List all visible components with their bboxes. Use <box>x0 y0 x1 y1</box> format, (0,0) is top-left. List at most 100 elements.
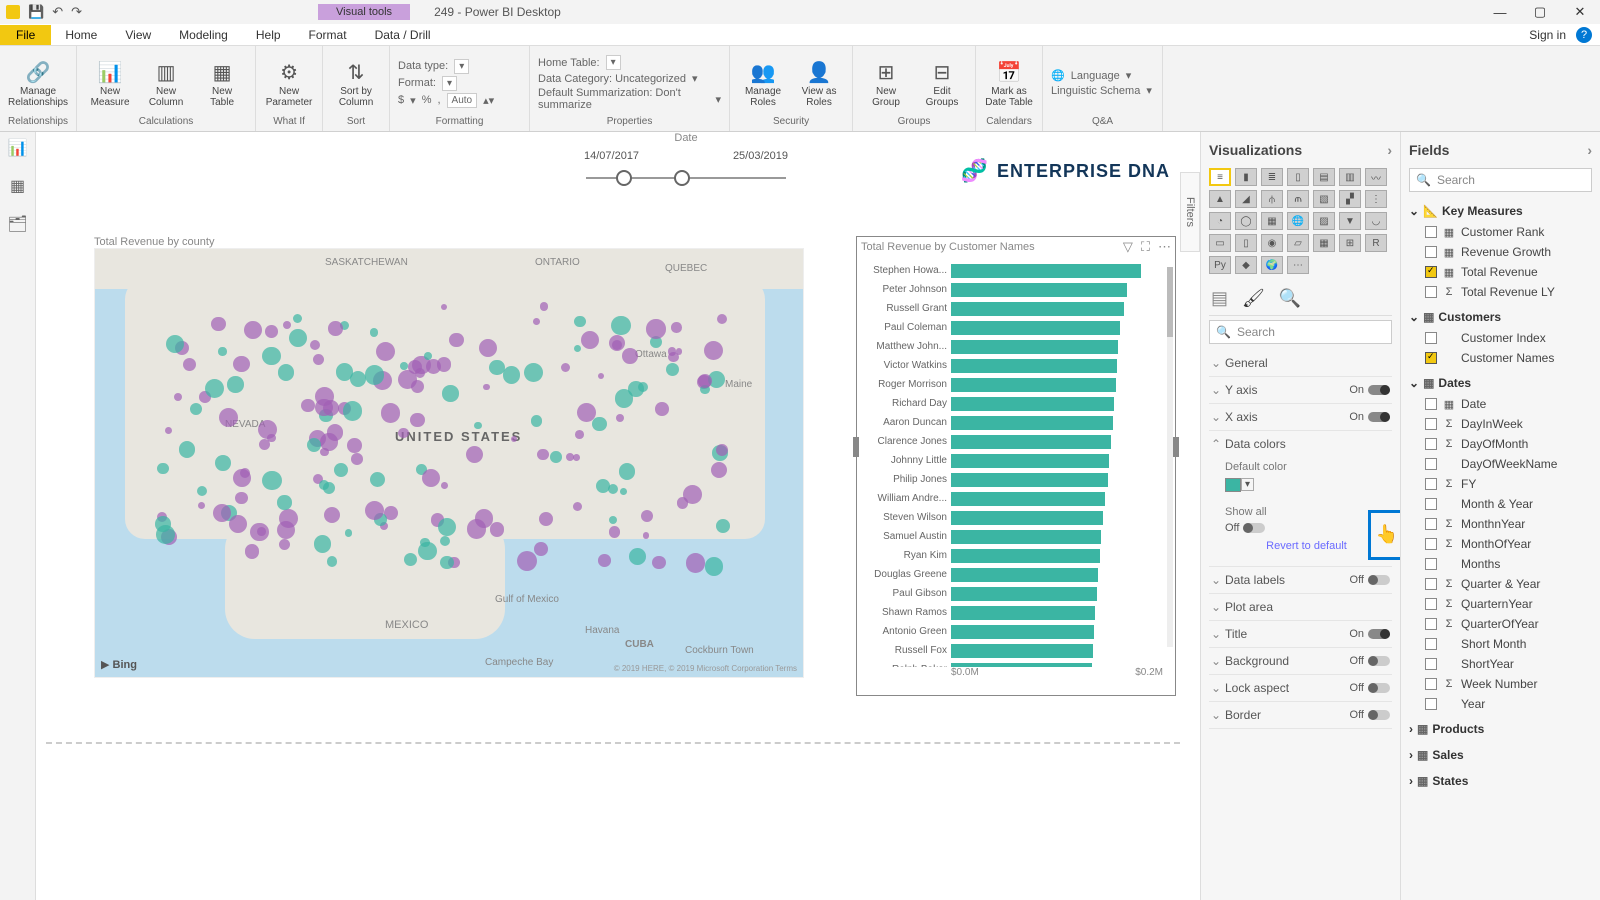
viz-line[interactable]: 〰 <box>1365 168 1387 186</box>
manage-relationships-button[interactable]: 🔗ManageRelationships <box>13 58 63 108</box>
map-bubble[interactable] <box>442 385 458 401</box>
format-data-labels[interactable]: ⌄Data labelsOff <box>1209 567 1392 593</box>
field-checkbox[interactable] <box>1425 478 1437 490</box>
field-checkbox[interactable] <box>1425 286 1437 298</box>
table-key-measures[interactable]: ⌄📐Key Measures <box>1409 200 1592 222</box>
filters-pane-collapsed[interactable]: Filters <box>1180 172 1200 252</box>
field-checkbox[interactable] <box>1425 538 1437 550</box>
map-bubble[interactable] <box>155 516 170 531</box>
home-tab[interactable]: Home <box>51 25 111 45</box>
map-bubble[interactable] <box>655 402 669 416</box>
map-bubble[interactable] <box>686 553 706 573</box>
redo-icon[interactable]: ↷ <box>71 4 82 20</box>
map-bubble[interactable] <box>301 399 314 412</box>
map-bubble[interactable] <box>440 556 453 569</box>
bar-row[interactable]: Antonio Green <box>861 622 1167 641</box>
table-states[interactable]: ›▦States <box>1409 770 1592 792</box>
map-bubble[interactable] <box>259 439 270 450</box>
format-general[interactable]: ⌄General <box>1209 350 1392 376</box>
format-plot-area[interactable]: ⌄Plot area <box>1209 594 1392 620</box>
map-bubble[interactable] <box>668 347 677 356</box>
bar-row[interactable]: Russell Grant <box>861 299 1167 318</box>
map-area[interactable]: UNITED STATES SASKATCHEWAN ONTARIO QUEBE… <box>94 248 804 678</box>
viz-waterfall[interactable]: ▞ <box>1339 190 1361 208</box>
viz-line-clustered[interactable]: ⫙ <box>1287 190 1309 208</box>
field-checkbox[interactable] <box>1425 558 1437 570</box>
xaxis-toggle[interactable]: On <box>1349 411 1390 423</box>
new-column-button[interactable]: ▥NewColumn <box>141 58 191 108</box>
map-bubble[interactable] <box>245 544 260 559</box>
map-bubble[interactable] <box>474 422 481 429</box>
map-bubble[interactable] <box>262 471 281 490</box>
format-dropdown[interactable]: ▾ <box>442 76 457 91</box>
bar-row[interactable]: Paul Coleman <box>861 318 1167 337</box>
map-bubble[interactable] <box>398 428 409 439</box>
map-bubble[interactable] <box>705 557 724 576</box>
field-item[interactable]: Customer Index <box>1409 328 1592 348</box>
field-item[interactable]: DayOfWeekName <box>1409 454 1592 474</box>
map-bubble[interactable] <box>540 302 548 310</box>
bar-row[interactable]: Victor Watkins <box>861 356 1167 375</box>
format-border[interactable]: ⌄BorderOff <box>1209 702 1392 728</box>
viz-py[interactable]: Py <box>1209 256 1231 274</box>
map-bubble[interactable] <box>609 335 625 351</box>
map-bubble[interactable] <box>622 348 638 364</box>
bar-row[interactable]: Matthew John... <box>861 337 1167 356</box>
map-bubble[interactable] <box>258 420 277 439</box>
bar-row[interactable]: Clarence Jones <box>861 432 1167 451</box>
viz-donut[interactable]: ◯ <box>1235 212 1257 230</box>
viz-stacked-bar[interactable]: ≡ <box>1209 168 1231 186</box>
view-tab[interactable]: View <box>111 25 165 45</box>
data-view-icon[interactable]: ▦ <box>8 176 28 196</box>
bar-row[interactable]: Johnny Little <box>861 451 1167 470</box>
percent-button[interactable]: % <box>422 94 432 106</box>
map-bubble[interactable] <box>489 360 504 375</box>
map-bubble[interactable] <box>479 339 497 357</box>
map-bubble[interactable] <box>537 449 548 460</box>
map-bubble[interactable] <box>279 539 290 550</box>
bar-row[interactable]: Russell Fox <box>861 641 1167 660</box>
field-item[interactable]: ΣQuarterOfYear <box>1409 614 1592 634</box>
map-bubble[interactable] <box>533 318 540 325</box>
field-checkbox[interactable] <box>1425 678 1437 690</box>
viz-r[interactable]: R <box>1365 234 1387 252</box>
date-slider[interactable] <box>586 168 786 188</box>
date-start[interactable]: 14/07/2017 <box>584 150 639 162</box>
bar-row[interactable]: Roger Morrison <box>861 375 1167 394</box>
datalabels-toggle[interactable]: Off <box>1350 574 1390 586</box>
map-bubble[interactable] <box>629 548 646 565</box>
field-item[interactable]: ▦Total Revenue <box>1409 262 1592 282</box>
viz-matrix[interactable]: ⊞ <box>1339 234 1361 252</box>
date-slicer[interactable]: Date 14/07/2017 25/03/2019 <box>576 132 796 188</box>
bar-row[interactable]: Philip Jones <box>861 470 1167 489</box>
map-bubble[interactable] <box>370 328 378 336</box>
report-view-icon[interactable]: 📊 <box>8 138 28 158</box>
viz-filled-map[interactable]: ▨ <box>1313 212 1335 230</box>
fields-well-tab[interactable]: ▤ <box>1211 288 1228 309</box>
map-bubble[interactable] <box>652 556 666 570</box>
map-bubble[interactable] <box>165 427 172 434</box>
field-item[interactable]: Customer Names <box>1409 348 1592 368</box>
table-dates[interactable]: ⌄▦Dates <box>1409 372 1592 394</box>
bar-row[interactable]: Stephen Howa... <box>861 261 1167 280</box>
sign-in-link[interactable]: Sign in <box>1529 28 1566 42</box>
map-bubble[interactable] <box>328 321 343 336</box>
map-bubble[interactable] <box>235 492 247 504</box>
viz-slicer[interactable]: ▱ <box>1287 234 1309 252</box>
map-bubble[interactable] <box>278 364 294 380</box>
viz-card[interactable]: ▭ <box>1209 234 1231 252</box>
mark-date-table-button[interactable]: 📅Mark asDate Table <box>984 58 1034 108</box>
format-yaxis[interactable]: ⌄Y axisOn <box>1209 377 1392 403</box>
bar-row[interactable]: Samuel Austin <box>861 527 1167 546</box>
bar-row[interactable]: Steven Wilson <box>861 508 1167 527</box>
map-bubble[interactable] <box>279 509 298 528</box>
map-bubble[interactable] <box>244 321 262 339</box>
expand-fields-icon[interactable]: › <box>1587 142 1592 158</box>
new-measure-button[interactable]: 📊NewMeasure <box>85 58 135 108</box>
field-checkbox[interactable] <box>1425 658 1437 670</box>
report-canvas[interactable]: Filters Date 14/07/2017 25/03/2019 🧬 ENT… <box>36 132 1200 900</box>
yaxis-toggle[interactable]: On <box>1349 384 1390 396</box>
help-tab[interactable]: Help <box>242 25 295 45</box>
field-item[interactable]: Months <box>1409 554 1592 574</box>
home-table-dropdown[interactable]: ▾ <box>606 55 621 70</box>
